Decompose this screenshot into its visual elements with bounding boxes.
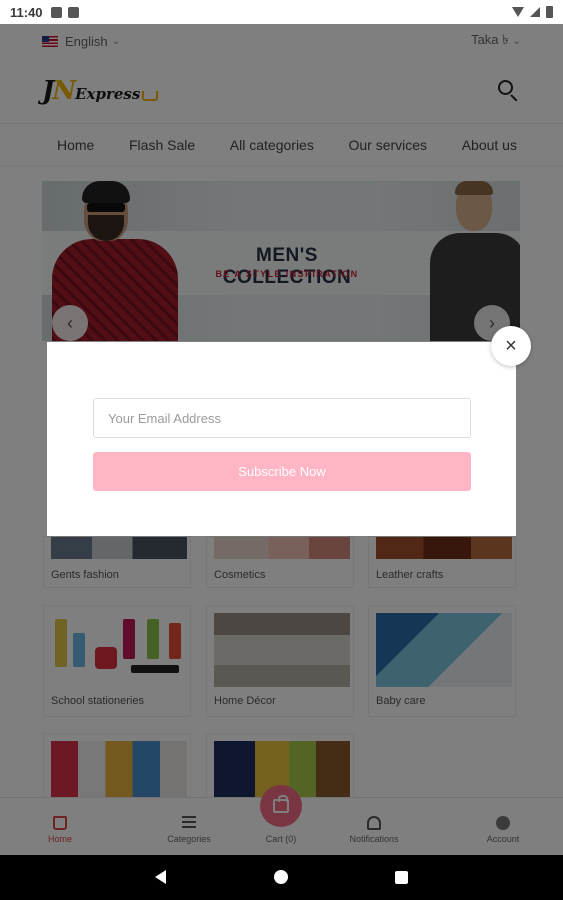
recents-icon[interactable] — [395, 871, 408, 884]
sdcard-icon — [67, 6, 79, 18]
home-circle-icon[interactable] — [274, 870, 288, 884]
signal-icon — [530, 7, 540, 17]
app-screen: 11:40 English ⌄ Taka ৳ ⌄ J N Express — [0, 0, 563, 900]
back-icon[interactable] — [155, 870, 166, 884]
wifi-icon — [512, 7, 524, 17]
status-bar: 11:40 — [0, 0, 563, 24]
email-field[interactable] — [93, 398, 471, 438]
notification-icon — [50, 6, 62, 18]
newsletter-modal: Subscribe Now — [47, 342, 516, 536]
status-time: 11:40 — [10, 4, 43, 20]
system-nav-bar — [0, 855, 563, 900]
battery-icon — [546, 6, 553, 18]
subscribe-button[interactable]: Subscribe Now — [93, 452, 471, 491]
close-icon[interactable]: × — [491, 326, 531, 366]
status-indicators — [512, 6, 553, 18]
